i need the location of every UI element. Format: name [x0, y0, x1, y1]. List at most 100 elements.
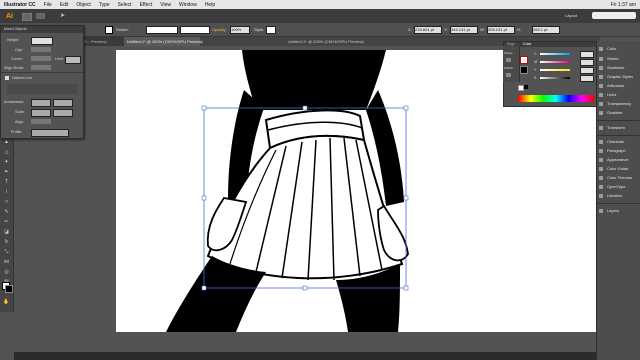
paintbrush-tool-icon[interactable]: ✎	[3, 210, 10, 215]
menu-effect[interactable]: Effect	[140, 2, 153, 8]
y-field[interactable]: 344.131 pt	[450, 26, 478, 34]
pencil-tool-icon[interactable]: ✏	[3, 220, 10, 225]
x-field[interactable]: 218.824 pt	[414, 26, 442, 34]
hand-tool-icon[interactable]: ✋	[3, 300, 10, 305]
fill-swatch[interactable]	[105, 26, 113, 34]
dock-layers[interactable]: Layers	[599, 206, 640, 215]
dock-graphic-styles[interactable]: Graphic Styles	[599, 72, 640, 81]
tab-previous-document[interactable]: Pl... Preview)	[80, 37, 124, 46]
window-title: Untitled-1* @ 200% (CMYK/GPU Preview)	[288, 39, 364, 44]
dock-artboards-label: Artboards	[607, 83, 625, 88]
dock-gradient-label: Gradient	[607, 110, 623, 115]
dock-transparency[interactable]: Transparency	[599, 99, 640, 108]
opacity-field[interactable]: 100%	[230, 26, 250, 34]
dock-swatches[interactable]: Swatches	[599, 63, 640, 72]
direct-selection-tool-icon[interactable]: △	[3, 150, 10, 155]
channel-m-field[interactable]	[580, 59, 594, 66]
h-field[interactable]: 269.1 pt	[532, 26, 560, 34]
eraser-tool-icon[interactable]: ◪	[3, 230, 10, 235]
channel-c-field[interactable]	[580, 51, 594, 58]
menu-clock[interactable]: Fri 1:37 am	[611, 2, 636, 8]
dock-transform[interactable]: Transform	[599, 123, 640, 132]
type-tool-icon[interactable]: T	[3, 180, 10, 185]
selection-tool-icon[interactable]: ▲	[3, 140, 10, 145]
tab-untitled-1[interactable]: Untitled-1* @ 200% (CMYK/GPU Preview)	[124, 37, 203, 46]
dock-opentype[interactable]: OpenType	[599, 182, 640, 191]
black-swatch[interactable]	[524, 85, 528, 89]
dock-links[interactable]: Links	[599, 90, 640, 99]
menu-edit[interactable]: Edit	[60, 2, 69, 8]
stroke-icon	[599, 56, 603, 61]
arrow-scale-end[interactable]	[53, 109, 73, 117]
send-icon[interactable]: ➤	[60, 13, 65, 19]
channel-y-slider[interactable]	[540, 69, 570, 71]
dock-appearance[interactable]: Appearance	[599, 155, 640, 164]
arrow-scale-start[interactable]	[31, 109, 51, 117]
pen-tool-icon[interactable]: ✒	[3, 170, 10, 175]
graphic-style-swatch[interactable]	[266, 26, 276, 34]
dock-character[interactable]: Character	[599, 137, 640, 146]
start-arrowhead[interactable]	[31, 99, 51, 107]
menu-file[interactable]: File	[44, 2, 52, 8]
opacity-value: 100%	[231, 27, 242, 32]
dock-graphic-styles-label: Graphic Styles	[607, 74, 634, 79]
color-icon	[599, 46, 603, 51]
w-field[interactable]: 305.131 pt	[487, 26, 515, 34]
brush-definition[interactable]	[180, 26, 210, 34]
cap-buttons[interactable]	[31, 47, 51, 52]
rectangle-tool-icon[interactable]: □	[3, 200, 10, 205]
menu-help[interactable]: Help	[205, 2, 215, 8]
shape-builder-tool-icon[interactable]: ◎	[3, 270, 10, 275]
channel-m-slider[interactable]	[540, 61, 570, 63]
arrow-align-buttons[interactable]	[31, 119, 51, 124]
align-left-icon[interactable]	[506, 58, 511, 62]
dock-artboards[interactable]: Artboards	[599, 81, 640, 90]
pathfinder-unite-icon[interactable]	[506, 73, 511, 77]
profile-dropdown[interactable]	[31, 129, 69, 137]
dash-gap-fields[interactable]	[7, 84, 77, 94]
align-stroke-buttons[interactable]	[31, 65, 51, 70]
limit-field[interactable]	[65, 56, 81, 64]
scale-label: Scale:	[15, 110, 25, 114]
magic-wand-tool-icon[interactable]: ✦	[3, 160, 10, 165]
color-fill-swatch[interactable]	[520, 56, 528, 64]
dock-color-themes[interactable]: Color Themes	[599, 173, 640, 182]
dock-libraries[interactable]: Libraries	[599, 191, 640, 200]
tab-color[interactable]: Color	[523, 42, 532, 46]
arrowheads-label: Arrowheads:	[4, 100, 25, 104]
dock-stroke[interactable]: Stroke	[599, 54, 640, 63]
menu-select[interactable]: Select	[118, 2, 132, 8]
menu-object[interactable]: Object	[76, 2, 90, 8]
dock-paragraph[interactable]: Paragraph	[599, 146, 640, 155]
app-name[interactable]: Illustrator CC	[4, 2, 36, 8]
menu-window[interactable]: Window	[179, 2, 197, 8]
bridge-button[interactable]	[22, 13, 32, 21]
swatches-icon	[599, 65, 603, 70]
weight-field[interactable]	[31, 37, 53, 45]
dashed-line-checkbox[interactable]	[5, 76, 9, 80]
channel-k-field[interactable]	[580, 75, 594, 82]
scale-tool-icon[interactable]: ⤡	[3, 250, 10, 255]
corner-buttons[interactable]	[31, 56, 51, 61]
width-tool-icon[interactable]: ⋈	[3, 260, 10, 265]
search-input[interactable]	[592, 12, 636, 19]
dock-color-guide[interactable]: Color Guide	[599, 164, 640, 173]
arrange-documents-button[interactable]	[36, 13, 45, 19]
dock-gradient[interactable]: Gradient	[599, 108, 640, 117]
stroke-color-swatch[interactable]	[5, 285, 13, 293]
menu-view[interactable]: View	[160, 2, 171, 8]
opacity-label[interactable]: Opacity:	[212, 27, 227, 32]
rotate-tool-icon[interactable]: ↻	[3, 240, 10, 245]
line-tool-icon[interactable]: /	[3, 190, 10, 195]
channel-y-field[interactable]	[580, 67, 594, 74]
color-stroke-swatch[interactable]	[520, 66, 528, 74]
end-arrowhead[interactable]	[53, 99, 73, 107]
channel-c-slider[interactable]	[540, 53, 570, 55]
h-value: 269.1 pt	[533, 27, 548, 32]
menu-type[interactable]: Type	[99, 2, 110, 8]
dock-color[interactable]: Color	[599, 44, 640, 53]
workspace-switcher[interactable]: Layout	[565, 13, 577, 18]
variable-width-profile[interactable]	[146, 26, 178, 34]
color-spectrum[interactable]	[518, 95, 594, 102]
channel-k-slider[interactable]	[540, 77, 570, 79]
